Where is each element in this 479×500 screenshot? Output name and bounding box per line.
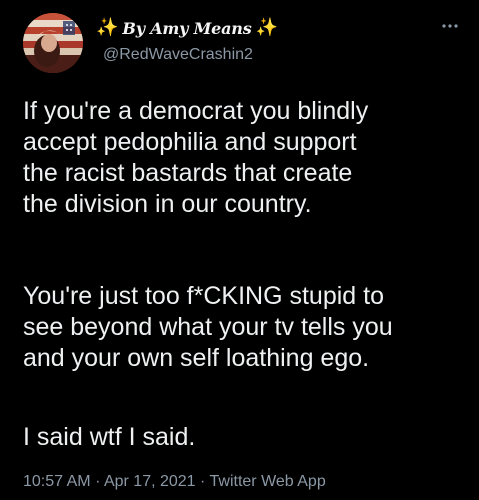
tweet-line: and your own self loathing ego. (23, 344, 370, 372)
avatar-image (23, 13, 83, 73)
meta-separator: · (95, 473, 101, 490)
tweet-date[interactable]: Apr 17, 2021 (104, 473, 196, 490)
author-name-row[interactable]: ✨ By Amy Means ✨ (96, 15, 278, 41)
avatar[interactable] (23, 13, 83, 73)
tweet-line: accept pedophilia and support (23, 128, 357, 156)
sparkle-icon: ✨ (255, 17, 278, 38)
tweet-card: ✨ By Amy Means ✨ @RedWaveCrashin2 If you… (0, 0, 479, 500)
author-handle[interactable]: @RedWaveCrashin2 (103, 46, 253, 64)
author-display-name[interactable]: By Amy Means (122, 19, 251, 38)
tweet-paragraph-1: If you're a democrat you blindly accept … (23, 96, 468, 220)
tweet-time[interactable]: 10:57 AM (23, 473, 91, 490)
tweet-source[interactable]: Twitter Web App (210, 473, 326, 490)
tweet-paragraph-2: You're just too f*CKING stupid to see be… (23, 281, 468, 374)
tweet-meta: 10:57 AM · Apr 17, 2021 · Twitter Web Ap… (23, 473, 326, 491)
tweet-line: the racist bastards that create (23, 159, 353, 187)
tweet-line: If you're a democrat you blindly (23, 97, 369, 125)
tweet-line: see beyond what your tv tells you (23, 313, 393, 341)
meta-separator: · (200, 473, 206, 490)
tweet-line: I said wtf I said. (23, 423, 196, 451)
tweet-paragraph-3: I said wtf I said. (23, 422, 468, 453)
more-options-button[interactable] (437, 18, 463, 34)
tweet-line: You're just too f*CKING stupid to (23, 282, 384, 310)
tweet-line: the division in our country. (23, 190, 312, 218)
more-options-icon (442, 24, 458, 28)
sparkle-icon: ✨ (96, 17, 119, 38)
